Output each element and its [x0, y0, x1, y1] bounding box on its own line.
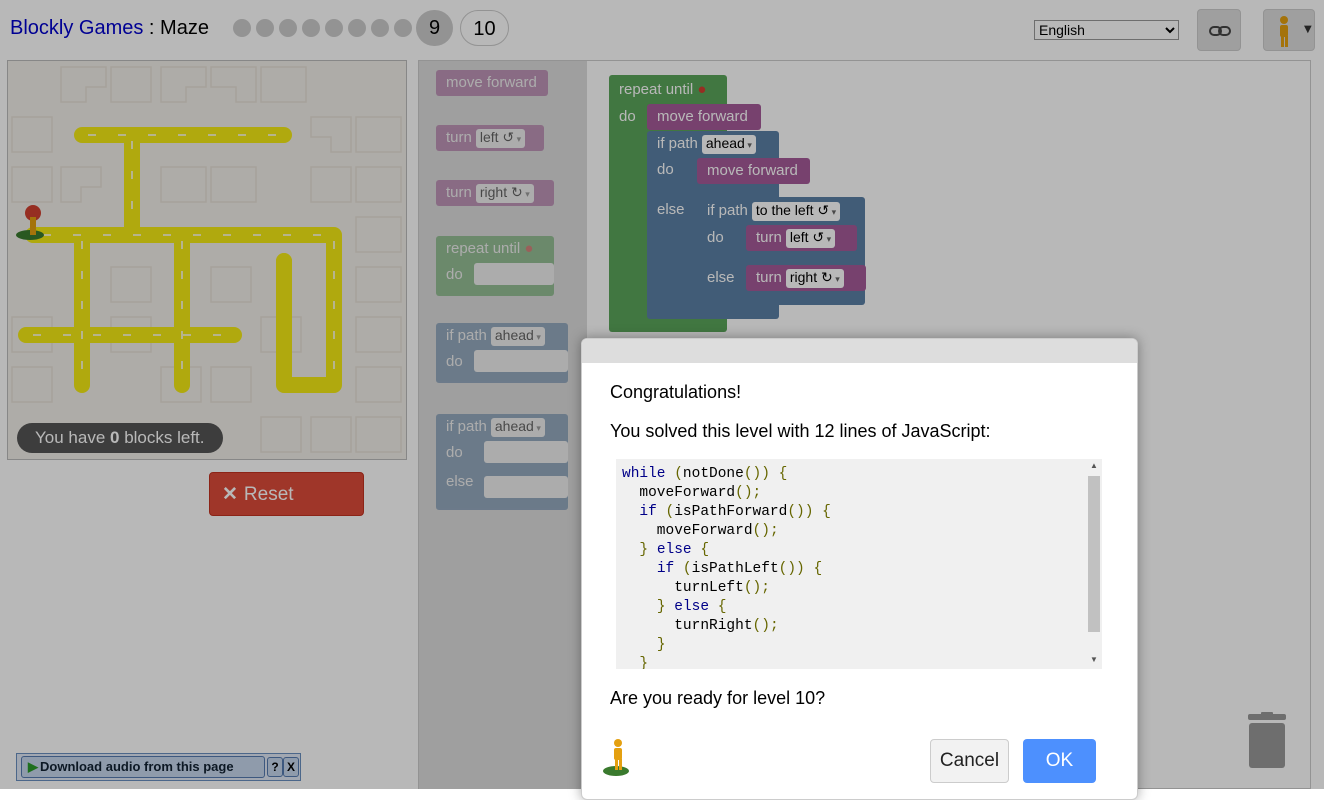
- code-line: }: [656, 637, 666, 653]
- pegman-icon: [600, 737, 644, 784]
- congrats-heading: Congratulations!: [610, 382, 742, 402]
- code-line: turnRight();: [622, 618, 779, 634]
- javascript-code-box[interactable]: while (notDone()) { moveForward(); if (i…: [616, 459, 1102, 669]
- scroll-up-icon[interactable]: ▲: [1090, 461, 1098, 470]
- code-line: moveForward();: [622, 523, 779, 539]
- code-line: turnLeft();: [622, 580, 770, 596]
- code-line: } else {: [656, 599, 727, 615]
- cancel-button[interactable]: Cancel: [930, 739, 1009, 783]
- solved-message: You solved this level with 12 lines of J…: [610, 421, 991, 441]
- scroll-down-icon[interactable]: ▼: [1090, 655, 1098, 664]
- congratulations-dialog: Congratulations! You solved this level w…: [581, 338, 1138, 800]
- code-scrollbar[interactable]: ▲ ▼: [1086, 459, 1102, 669]
- code-line: if (isPathForward()) {: [639, 504, 831, 520]
- code-line: while (notDone()) {: [622, 466, 788, 482]
- code-line: } else {: [639, 542, 710, 558]
- ok-button[interactable]: OK: [1023, 739, 1096, 783]
- javascript-code: while (notDone()) { moveForward(); if (i…: [622, 465, 831, 669]
- code-line: if (isPathLeft()) {: [656, 561, 823, 577]
- code-line: }: [639, 656, 649, 669]
- code-line: moveForward();: [622, 485, 762, 501]
- next-level-question: Are you ready for level 10?: [610, 688, 826, 708]
- dialog-title-bar[interactable]: [582, 339, 1137, 363]
- scroll-thumb[interactable]: [1088, 476, 1100, 632]
